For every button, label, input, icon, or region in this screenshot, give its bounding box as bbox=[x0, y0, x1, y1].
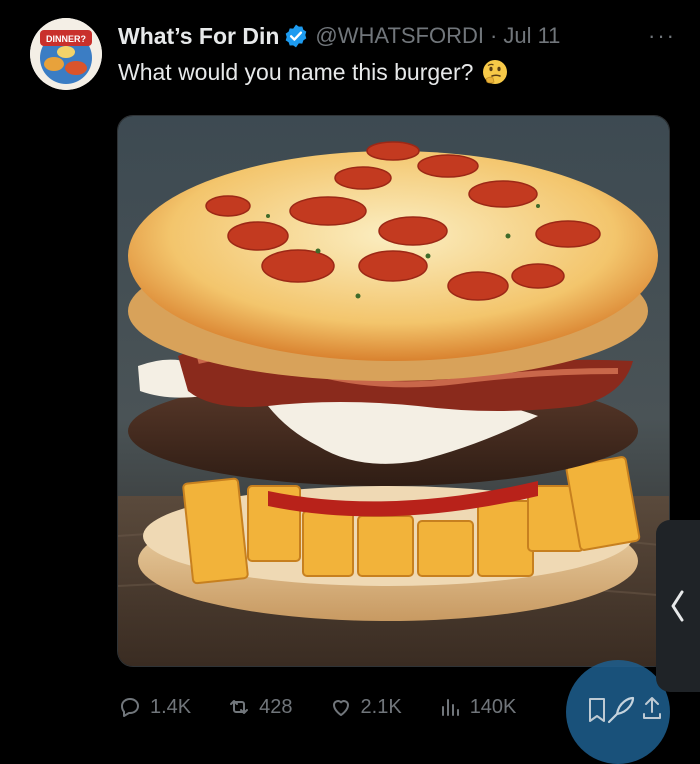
like-count: 2.1K bbox=[360, 695, 402, 718]
tweet-date[interactable]: Jul 11 bbox=[503, 23, 560, 49]
share-icon[interactable] bbox=[640, 694, 664, 722]
bookmark-icon[interactable] bbox=[585, 696, 609, 724]
reply-icon bbox=[121, 698, 139, 717]
avatar-logo: DINNER? bbox=[30, 18, 102, 90]
tweet-header: What’s For Din @WHATSFORDI · Jul 11 ··· bbox=[118, 20, 690, 52]
handle[interactable]: @WHATSFORDI bbox=[315, 23, 484, 49]
heart-icon bbox=[332, 700, 349, 716]
avatar-logo-text: DINNER? bbox=[46, 34, 86, 44]
display-name[interactable]: What’s For Din bbox=[118, 23, 279, 50]
reply-count: 1.4K bbox=[150, 695, 192, 718]
tweet-text: What would you name this burger? bbox=[118, 58, 509, 86]
views-count: 140K bbox=[469, 695, 517, 718]
repost-icon bbox=[230, 700, 249, 714]
like-button[interactable]: 2.1K bbox=[329, 695, 402, 719]
reply-button[interactable]: 1.4K bbox=[118, 695, 191, 719]
separator-dot: · bbox=[490, 23, 498, 48]
burger-photo bbox=[118, 116, 669, 666]
tweet-text-content: What would you name this burger? bbox=[118, 58, 474, 85]
repost-button[interactable]: 428 bbox=[227, 695, 293, 719]
side-panel-tab[interactable] bbox=[656, 520, 700, 692]
more-options-icon[interactable]: ··· bbox=[648, 23, 676, 49]
verified-badge-icon bbox=[286, 24, 307, 48]
views-icon bbox=[441, 699, 459, 716]
tweet-image[interactable] bbox=[117, 115, 670, 667]
thinking-face-icon bbox=[483, 60, 508, 84]
avatar[interactable]: DINNER? bbox=[30, 18, 102, 90]
repost-count: 428 bbox=[259, 695, 293, 718]
views-button[interactable]: 140K bbox=[438, 695, 517, 719]
chevron-left-icon bbox=[671, 590, 684, 622]
